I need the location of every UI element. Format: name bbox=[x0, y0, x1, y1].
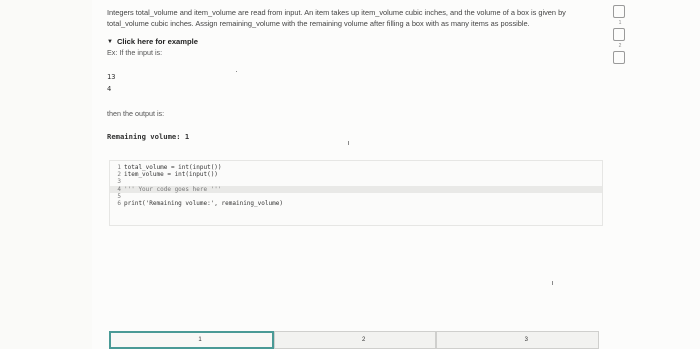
checkbox-icon[interactable] bbox=[613, 5, 625, 18]
example-output: Remaining volume: 1 bbox=[107, 132, 190, 141]
tab-level-2[interactable]: 2 bbox=[273, 331, 437, 349]
problem-statement: Integers total_volume and item_volume ar… bbox=[107, 8, 566, 28]
screen-speck bbox=[348, 141, 349, 145]
side-number: 2 bbox=[618, 43, 622, 49]
screen-speck bbox=[236, 71, 237, 72]
code-text[interactable]: ''' Your code goes here ''' bbox=[124, 186, 222, 193]
line-number: 1 bbox=[117, 164, 121, 171]
code-line[interactable]: 5 bbox=[110, 193, 602, 200]
line-number: 5 bbox=[117, 192, 121, 200]
code-text[interactable]: total_volume = int(input()) bbox=[124, 164, 222, 171]
line-number: 2 bbox=[117, 171, 121, 179]
tab-label: 2 bbox=[362, 337, 366, 343]
code-line[interactable]: 6 print('Remaining volume:', remaining_v… bbox=[110, 200, 602, 207]
code-line-active[interactable]: 4 ''' Your code goes here ''' bbox=[110, 185, 602, 193]
line-number: 3 bbox=[117, 178, 121, 186]
level-tabs: 1 2 3 bbox=[109, 331, 600, 349]
code-text[interactable]: item_volume = int(input()) bbox=[124, 171, 218, 178]
line-number: 4 bbox=[117, 185, 121, 193]
expand-triangle-icon: ▼ bbox=[107, 38, 113, 45]
example-intro: Ex: If the input is: bbox=[107, 48, 163, 57]
code-text[interactable]: print('Remaining volume:', remaining_vol… bbox=[124, 200, 283, 207]
example-toggle-label: Click here for example bbox=[116, 37, 198, 46]
left-margin bbox=[0, 0, 92, 349]
example-then: then the output is: bbox=[107, 109, 165, 118]
checkbox-icon[interactable] bbox=[613, 28, 625, 41]
code-line[interactable]: 2 item_volume = int(input()) bbox=[110, 171, 602, 178]
example-input-line: 13 bbox=[107, 73, 116, 81]
screen-speck bbox=[552, 281, 553, 285]
code-line[interactable]: 1 total_volume = int(input()) bbox=[110, 164, 602, 171]
code-editor[interactable]: 1 total_volume = int(input()) 2 item_vol… bbox=[109, 160, 603, 226]
example-toggle[interactable]: ▼ Click here for example bbox=[107, 37, 607, 46]
line-number: 6 bbox=[117, 200, 121, 208]
tab-label: 3 bbox=[524, 337, 529, 343]
tab-label: 1 bbox=[198, 337, 202, 343]
side-number: 1 bbox=[618, 20, 622, 26]
tab-level-3[interactable]: 3 bbox=[436, 331, 600, 349]
side-status-panel: 1 2 bbox=[613, 5, 627, 74]
code-line[interactable]: 3 bbox=[110, 178, 602, 185]
example-input-line: 4 bbox=[107, 85, 112, 93]
tab-level-1[interactable]: 1 bbox=[109, 331, 274, 349]
example-input: 13 4 bbox=[107, 71, 607, 95]
checkbox-icon[interactable] bbox=[613, 51, 625, 64]
question-panel: Integers total_volume and item_volume ar… bbox=[107, 7, 607, 141]
